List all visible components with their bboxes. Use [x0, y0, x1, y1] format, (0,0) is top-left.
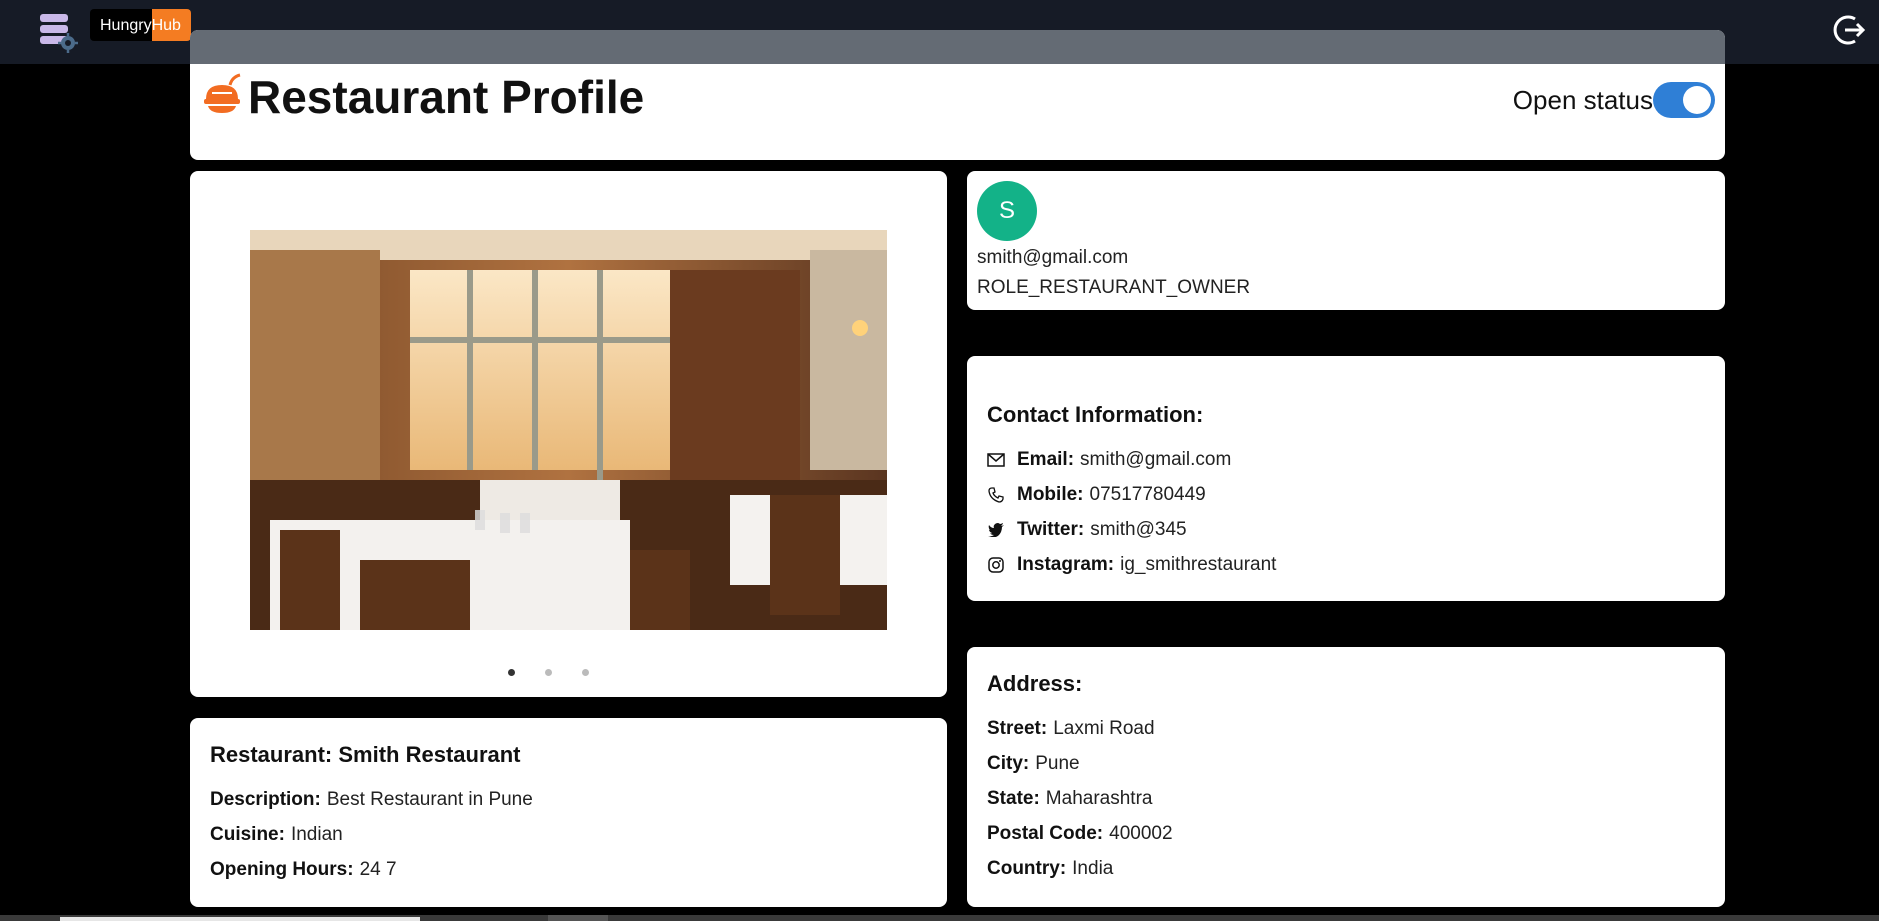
restaurant-info-card: Restaurant: Smith Restaurant Description… [190, 718, 947, 907]
brand-part-1: Hungry [90, 9, 152, 41]
restaurant-hours-row: Opening Hours: 24 7 [210, 852, 927, 887]
owner-card: S smith@gmail.com ROLE_RESTAURANT_OWNER [967, 171, 1725, 310]
restaurant-description-value: Best Restaurant in Pune [326, 788, 533, 810]
address-country-value: India [1072, 857, 1114, 879]
brand-part-2: Hub [151, 9, 191, 41]
address-city-value: Pune [1035, 752, 1080, 774]
page-title-text: Restaurant Profile [248, 71, 645, 123]
contact-instagram-label: Instagram: [1017, 553, 1115, 575]
twitter-icon [987, 521, 1005, 539]
carousel-dot-3[interactable] [582, 669, 589, 676]
logout-icon[interactable] [1833, 13, 1867, 47]
restaurant-hours-label: Opening Hours: [210, 858, 354, 880]
contact-mobile-value: 07517780449 [1089, 483, 1206, 505]
contact-twitter-row: Twitter: smith@345 [987, 512, 1705, 547]
address-street-label: Street: [987, 717, 1048, 739]
phone-icon [987, 486, 1005, 504]
restaurant-cuisine-value: Indian [290, 823, 343, 845]
address-heading: Address: [987, 671, 1083, 696]
carousel-dots [190, 669, 947, 676]
address-country-row: Country: India [987, 851, 1705, 886]
owner-role: ROLE_RESTAURANT_OWNER [977, 277, 1251, 298]
restaurant-heading: Restaurant: Smith Restaurant [210, 742, 521, 767]
address-state-label: State: [987, 787, 1040, 809]
brand-logo[interactable]: Hungry Hub [90, 9, 191, 41]
restaurant-description-row: Description: Best Restaurant in Pune [210, 782, 927, 817]
address-card: Address: Street: Laxmi Road City: Pune S… [967, 647, 1725, 907]
address-state-value: Maharashtra [1045, 787, 1153, 809]
contact-mobile-row: Mobile: 07517780449 [987, 477, 1705, 512]
page-title: Restaurant Profile [202, 70, 644, 124]
address-postal-value: 400002 [1109, 822, 1173, 844]
restaurant-hours-value: 24 7 [359, 858, 397, 880]
open-status-toggle[interactable] [1653, 82, 1715, 118]
address-country-label: Country: [987, 857, 1067, 879]
toggle-knob [1683, 86, 1711, 114]
restaurant-photo [250, 230, 887, 630]
owner-email: smith@gmail.com [977, 247, 1129, 268]
contact-instagram-row: Instagram: ig_smithrestaurant [987, 547, 1705, 582]
contact-email-value: smith@gmail.com [1080, 448, 1232, 470]
carousel-dot-2[interactable] [545, 669, 552, 676]
address-city-row: City: Pune [987, 746, 1705, 781]
contact-mobile-label: Mobile: [1017, 483, 1084, 505]
restaurant-description-label: Description: [210, 788, 321, 810]
profile-header: Restaurant Profile Open status [190, 30, 1725, 160]
open-status-label: Open status [1512, 84, 1653, 115]
address-state-row: State: Maharashtra [987, 781, 1705, 816]
address-postal-row: Postal Code: 400002 [987, 816, 1705, 851]
contact-heading: Contact Information: [987, 402, 1204, 427]
restaurant-cuisine-label: Cuisine: [210, 823, 285, 845]
contact-email-label: Email: [1017, 448, 1075, 470]
contact-instagram-value: ig_smithrestaurant [1120, 553, 1277, 575]
contact-email-row: Email: smith@gmail.com [987, 442, 1705, 477]
mail-icon [987, 451, 1005, 469]
bottom-scrollbar[interactable] [0, 915, 1879, 921]
avatar: S [977, 181, 1037, 241]
address-postal-label: Postal Code: [987, 822, 1104, 844]
contact-information-card: Contact Information: Email: smith@gmail.… [967, 356, 1725, 601]
restaurant-logo-icon [202, 73, 246, 122]
instagram-icon [987, 556, 1005, 574]
contact-twitter-value: smith@345 [1090, 518, 1187, 540]
address-street-value: Laxmi Road [1053, 717, 1155, 739]
restaurant-cuisine-row: Cuisine: Indian [210, 817, 927, 852]
open-status: Open status [1513, 82, 1715, 118]
menu-settings-icon[interactable] [38, 12, 80, 54]
address-city-label: City: [987, 752, 1030, 774]
contact-twitter-label: Twitter: [1017, 518, 1085, 540]
address-street-row: Street: Laxmi Road [987, 711, 1705, 746]
carousel-dot-1[interactable] [508, 669, 515, 676]
restaurant-image-carousel [190, 171, 947, 697]
